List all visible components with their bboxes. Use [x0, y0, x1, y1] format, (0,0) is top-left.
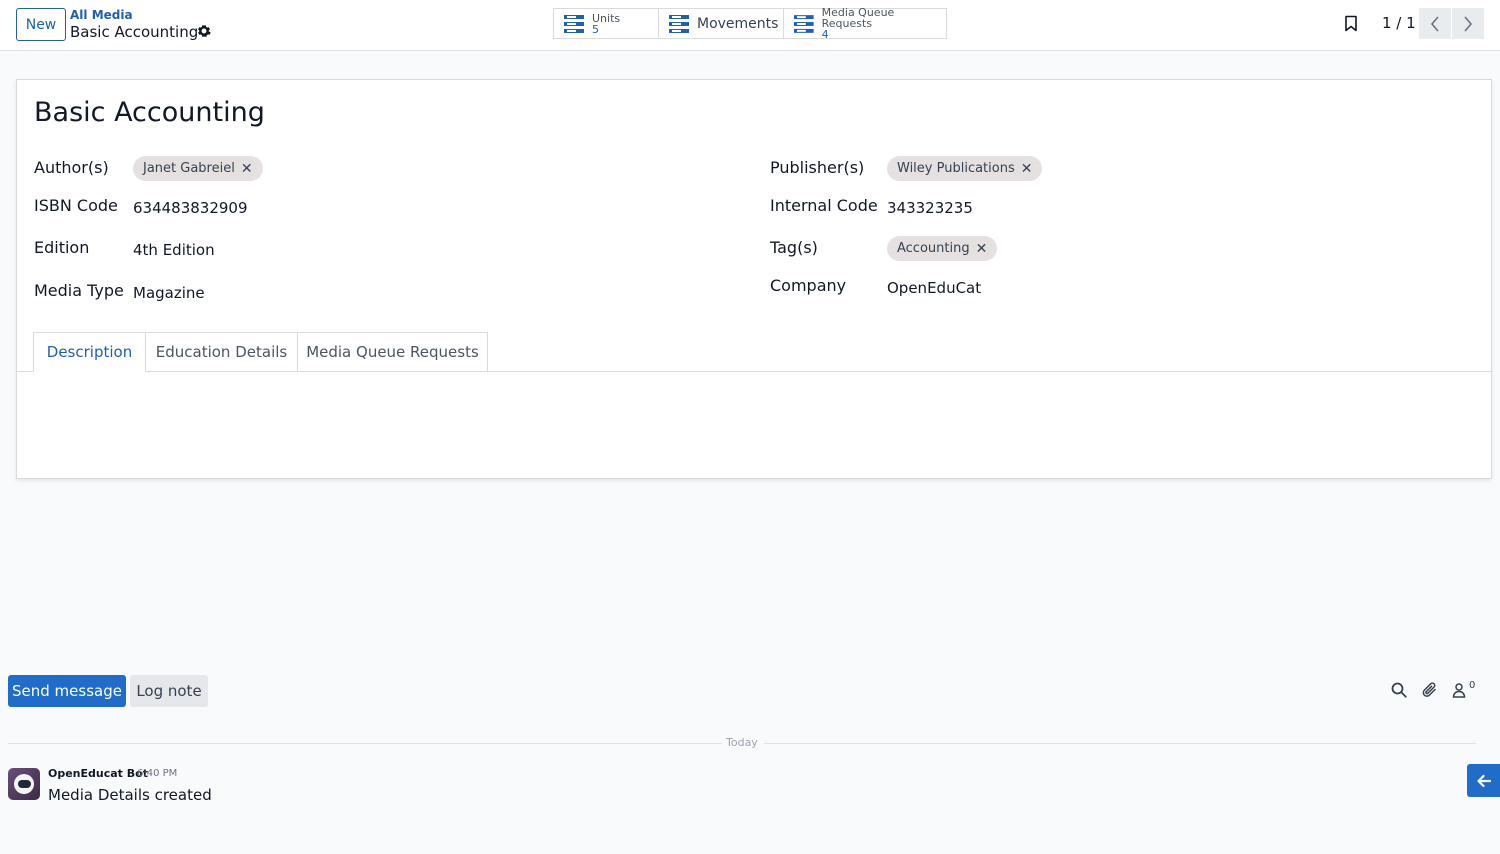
control-panel: New All Media Basic Accounting Units 5 M…: [0, 0, 1500, 51]
breadcrumb-current: Basic Accounting: [70, 23, 199, 41]
pager-value[interactable]: 1 / 1: [1382, 14, 1416, 32]
isbn-value[interactable]: 634483832909: [133, 199, 248, 217]
author-tag-text: Janet Gabreiel: [143, 161, 235, 176]
media-type-value[interactable]: Magazine: [133, 284, 205, 302]
internal-code-label: Internal Code: [770, 196, 878, 215]
date-divider-line: [8, 743, 722, 744]
bookmark-icon[interactable]: [1344, 15, 1358, 32]
pager-previous-button[interactable]: [1419, 8, 1451, 39]
internal-code-value[interactable]: 343323235: [887, 199, 973, 217]
units-count: 5: [592, 22, 599, 36]
units-smart-button[interactable]: Units 5: [553, 8, 659, 39]
company-label: Company: [770, 276, 847, 295]
edition-value[interactable]: 4th Edition: [133, 241, 215, 259]
message-body: Media Details created: [48, 786, 212, 804]
company-value[interactable]: OpenEduCat: [887, 279, 981, 297]
publisher-tag-text: Wiley Publications: [897, 161, 1015, 176]
tab-media-queue-requests[interactable]: Media Queue Requests: [297, 332, 488, 372]
chatter-collapse-button[interactable]: [1467, 764, 1500, 797]
authors-label: Author(s): [34, 158, 109, 177]
movements-label: Movements: [697, 15, 779, 32]
tags-label: Tag(s): [770, 238, 818, 257]
category-tag[interactable]: Accounting ✕: [887, 236, 998, 261]
media-type-label: Media Type: [34, 281, 124, 300]
follower-icon[interactable]: [1451, 681, 1469, 699]
remove-tag-icon[interactable]: ✕: [976, 241, 988, 257]
message-author[interactable]: OpenEducat Bot: [48, 767, 148, 780]
chevron-right-icon: [1464, 15, 1473, 32]
arrow-left-icon: [1476, 774, 1491, 787]
queue-label: Media Queue Requests: [821, 6, 895, 30]
author-tag[interactable]: Janet Gabreiel ✕: [133, 156, 263, 181]
edition-label: Edition: [34, 238, 90, 257]
record-title[interactable]: Basic Accounting: [34, 97, 265, 128]
log-note-button[interactable]: Log note: [130, 675, 208, 707]
form-sheet: Basic Accounting Author(s) Janet Gabreie…: [16, 79, 1492, 479]
followers-count: 0: [1469, 680, 1476, 691]
new-button[interactable]: New: [16, 8, 66, 41]
gear-icon[interactable]: [197, 24, 211, 38]
publisher-tag[interactable]: Wiley Publications ✕: [887, 156, 1043, 181]
remove-tag-icon[interactable]: ✕: [241, 161, 253, 177]
pager-next-button[interactable]: [1452, 8, 1484, 39]
chevron-left-icon: [1430, 15, 1439, 32]
queue-count: 4: [821, 28, 829, 41]
avatar[interactable]: [8, 768, 40, 800]
search-icon[interactable]: [1390, 681, 1408, 699]
date-divider-label: Today: [726, 736, 758, 749]
send-message-button[interactable]: Send message: [8, 675, 126, 707]
tab-education-details[interactable]: Education Details: [145, 332, 298, 372]
isbn-label: ISBN Code: [34, 196, 118, 215]
paperclip-icon[interactable]: [1421, 681, 1439, 699]
list-icon: [794, 14, 814, 33]
publishers-label: Publisher(s): [770, 158, 865, 177]
tab-description[interactable]: Description: [33, 332, 146, 372]
movements-smart-button[interactable]: Movements: [658, 8, 784, 39]
date-divider-line: [764, 743, 1476, 744]
breadcrumb-parent-link[interactable]: All Media: [70, 8, 133, 22]
list-icon: [564, 14, 584, 33]
list-icon: [669, 14, 689, 33]
units-label: Units: [592, 11, 621, 25]
message-time: 6:40 PM: [137, 768, 178, 779]
queue-smart-button[interactable]: Media Queue Requests 4: [783, 6, 947, 41]
category-tag-text: Accounting: [897, 241, 970, 256]
remove-tag-icon[interactable]: ✕: [1021, 161, 1033, 177]
